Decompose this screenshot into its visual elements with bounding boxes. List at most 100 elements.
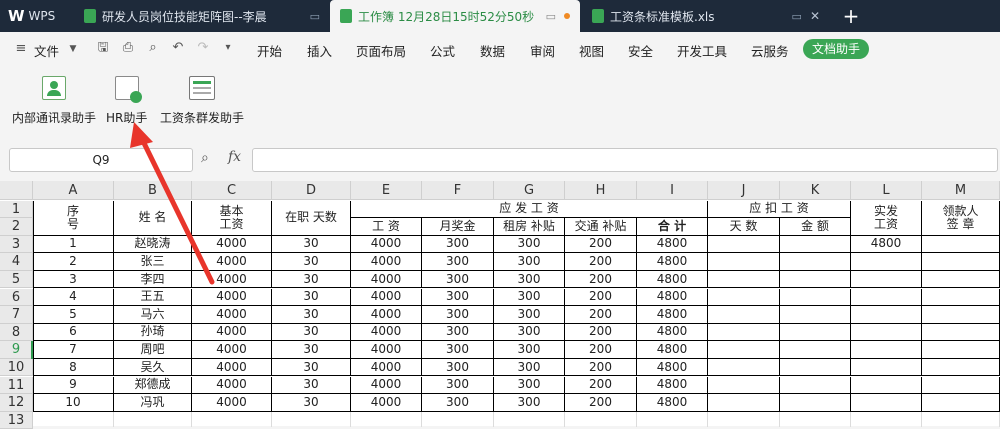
column-header-d[interactable]: D — [272, 181, 351, 200]
table-cell[interactable]: 赵晓涛 — [114, 235, 192, 254]
table-cell[interactable]: 5 — [33, 306, 114, 324]
customize-toolbar-icon[interactable]: ▾ — [221, 41, 235, 55]
table-cell[interactable] — [780, 253, 851, 271]
table-cell[interactable] — [922, 394, 1000, 412]
table-cell[interactable] — [780, 270, 851, 289]
table-cell[interactable]: 周吧 — [114, 341, 192, 359]
table-cell[interactable]: 300 — [422, 288, 494, 307]
table-cell[interactable] — [708, 323, 780, 342]
column-header-f[interactable]: F — [422, 181, 494, 200]
row-header-13[interactable]: 13 — [0, 411, 33, 429]
table-cell[interactable]: 4000 — [192, 306, 272, 324]
table-cell[interactable]: 30 — [272, 341, 351, 359]
column-header-g[interactable]: G — [494, 181, 565, 200]
menu-view[interactable]: 视图 — [579, 41, 604, 60]
table-cell[interactable] — [780, 376, 851, 395]
print-preview-icon[interactable]: ⌕ — [146, 41, 160, 55]
table-cell[interactable]: 4000 — [192, 341, 272, 359]
table-cell[interactable]: 300 — [422, 270, 494, 289]
table-cell[interactable] — [922, 323, 1000, 342]
table-cell[interactable]: 4000 — [351, 253, 422, 271]
table-cell[interactable]: 1 — [33, 235, 114, 254]
header-payable-salary[interactable]: 应 发 工 资 — [351, 200, 708, 219]
table-cell[interactable]: 4000 — [351, 358, 422, 377]
table-cell[interactable]: 4000 — [351, 288, 422, 307]
header-deduct-days[interactable]: 天 数 — [708, 218, 780, 236]
undo-icon[interactable]: ↶ — [171, 41, 185, 55]
table-cell[interactable]: 200 — [565, 253, 637, 271]
table-cell[interactable] — [708, 270, 780, 289]
header-signature[interactable]: 领款人签 章 — [922, 200, 1000, 236]
table-cell[interactable]: 4800 — [637, 394, 708, 412]
table-cell[interactable]: 4800 — [637, 235, 708, 254]
table-cell[interactable] — [851, 306, 922, 324]
tab-workbook-active[interactable]: 工作簿 12月28日15时52分50秒 ▭ — [330, 0, 580, 32]
row-header-6[interactable]: 6 — [0, 288, 33, 307]
table-cell[interactable] — [780, 341, 851, 359]
table-cell[interactable]: 吴久 — [114, 358, 192, 377]
table-cell[interactable]: 4000 — [192, 253, 272, 271]
column-header-j[interactable]: J — [708, 181, 780, 200]
header-seq[interactable]: 序号 — [33, 200, 114, 236]
table-cell[interactable] — [708, 288, 780, 307]
table-cell[interactable]: 300 — [494, 288, 565, 307]
payslip-sender-button[interactable]: 工资条群发助手 — [160, 76, 244, 126]
table-cell[interactable]: 300 — [494, 376, 565, 395]
menu-doc-assistant[interactable]: 文档助手 — [803, 39, 869, 59]
table-cell[interactable] — [708, 253, 780, 271]
header-deductions[interactable]: 应 扣 工 资 — [708, 200, 851, 219]
table-cell[interactable]: 李四 — [114, 270, 192, 289]
monitor-icon[interactable]: ▭ — [792, 10, 802, 23]
table-cell[interactable]: 4800 — [637, 341, 708, 359]
table-cell[interactable]: 200 — [565, 235, 637, 254]
table-cell[interactable] — [851, 253, 922, 271]
menu-page-layout[interactable]: 页面布局 — [356, 41, 406, 60]
table-cell[interactable]: 4000 — [351, 323, 422, 342]
table-cell[interactable] — [922, 376, 1000, 395]
table-cell[interactable]: 4 — [33, 288, 114, 307]
tab-salary-template[interactable]: 工资条标准模板.xls ▭ ✕ — [582, 0, 828, 32]
table-cell[interactable]: 300 — [422, 323, 494, 342]
table-cell[interactable]: 30 — [272, 394, 351, 412]
table-cell[interactable] — [851, 376, 922, 395]
table-cell[interactable]: 30 — [272, 253, 351, 271]
column-header-e[interactable]: E — [351, 181, 422, 200]
contacts-assistant-button[interactable]: 内部通讯录助手 — [12, 76, 96, 126]
table-cell[interactable]: 300 — [422, 306, 494, 324]
column-header-h[interactable]: H — [565, 181, 637, 200]
table-cell[interactable]: 4000 — [351, 376, 422, 395]
header-deduct-amount[interactable]: 金 额 — [780, 218, 851, 236]
row-header-5[interactable]: 5 — [0, 270, 33, 289]
header-total[interactable]: 合 计 — [637, 218, 708, 236]
table-cell[interactable]: 200 — [565, 341, 637, 359]
table-cell[interactable]: 4000 — [192, 270, 272, 289]
header-actual-salary[interactable]: 实发 工资 — [851, 200, 922, 236]
row-header-12[interactable]: 12 — [0, 394, 33, 412]
table-cell[interactable]: 300 — [422, 394, 494, 412]
table-cell[interactable] — [851, 358, 922, 377]
name-box[interactable]: Q9 — [9, 148, 193, 172]
table-cell[interactable] — [708, 306, 780, 324]
row-header-8[interactable]: 8 — [0, 323, 33, 342]
table-cell[interactable]: 30 — [272, 376, 351, 395]
header-rent-allowance[interactable]: 租房 补贴 — [494, 218, 565, 236]
column-header-l[interactable]: L — [851, 181, 922, 200]
row-header-4[interactable]: 4 — [0, 253, 33, 271]
table-cell[interactable]: 200 — [565, 288, 637, 307]
table-cell[interactable]: 200 — [565, 306, 637, 324]
new-tab-button[interactable]: + — [836, 0, 866, 32]
table-cell[interactable] — [708, 341, 780, 359]
table-cell[interactable]: 300 — [422, 253, 494, 271]
table-cell[interactable] — [708, 376, 780, 395]
table-cell[interactable]: 冯巩 — [114, 394, 192, 412]
table-cell[interactable] — [922, 270, 1000, 289]
table-cell[interactable] — [922, 306, 1000, 324]
table-cell[interactable]: 30 — [272, 235, 351, 254]
table-cell[interactable]: 4800 — [637, 376, 708, 395]
table-cell[interactable] — [922, 341, 1000, 359]
header-wage[interactable]: 工 资 — [351, 218, 422, 236]
table-cell[interactable]: 4800 — [851, 235, 922, 254]
table-cell[interactable] — [922, 235, 1000, 254]
table-cell[interactable] — [851, 288, 922, 307]
table-cell[interactable]: 4000 — [192, 358, 272, 377]
